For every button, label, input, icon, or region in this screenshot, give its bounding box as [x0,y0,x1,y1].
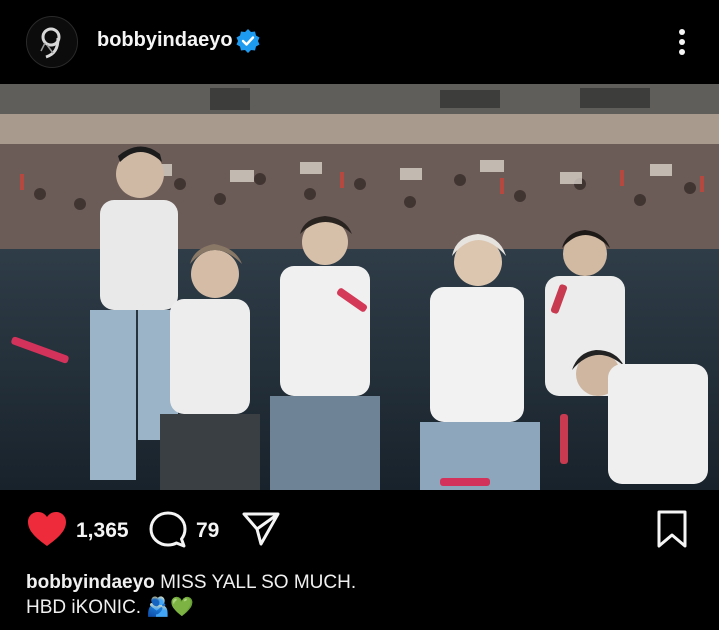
caption-emoji: 🫂💚 [146,597,194,618]
concert-photo [0,84,719,490]
verified-badge-icon [236,29,260,53]
heart-filled-icon[interactable] [26,510,68,548]
bookmark-icon[interactable] [654,509,690,549]
comment-bubble-icon[interactable] [148,510,188,550]
username[interactable]: bobbyindaeyo [97,29,233,52]
caption-text-2: HBD iKONIC. [26,597,142,618]
post-header: bobbyindaeyo [0,0,719,84]
like-count[interactable]: 1,365 [76,519,129,543]
avatar[interactable] [26,16,78,68]
avatar-logo-icon [27,17,77,67]
caption-text-1: MISS YALL SO MUCH. [160,572,357,593]
caption-line-2: HBD iKONIC. 🫂💚 [26,595,696,620]
paper-plane-icon[interactable] [241,510,281,548]
comment-count[interactable]: 79 [196,519,219,543]
caption-username[interactable]: bobbyindaeyo [26,572,155,593]
post-photo[interactable] [0,84,719,490]
caption-line-1: bobbyindaeyo MISS YALL SO MUCH. [26,570,696,595]
more-vertical-icon[interactable] [668,26,696,58]
post-caption: bobbyindaeyo MISS YALL SO MUCH. HBD iKON… [26,570,696,620]
